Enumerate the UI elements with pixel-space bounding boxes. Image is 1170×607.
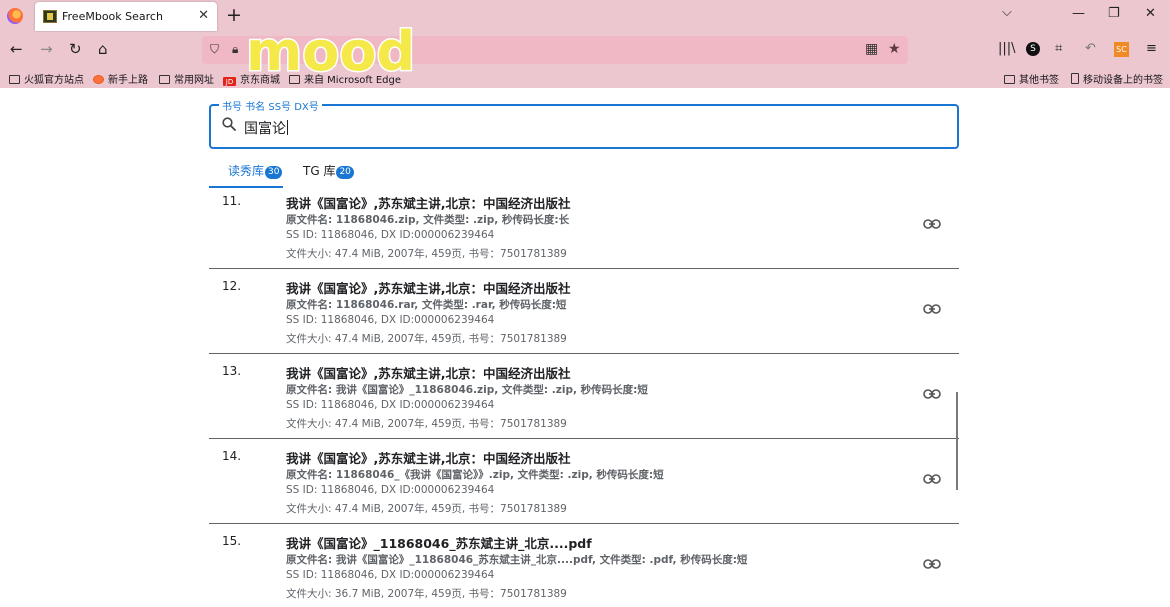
browser-tab[interactable]: FreeMbook Search ✕ xyxy=(35,2,217,31)
menu-icon[interactable]: ≡ xyxy=(1146,41,1157,56)
mood-sticker-text: mood xyxy=(246,20,415,82)
result-ids: SS ID: 11868046, DX ID:000006239464 xyxy=(286,399,495,411)
minimize-icon[interactable]: — xyxy=(1072,6,1085,21)
result-ids: SS ID: 11868046, DX ID:000006239464 xyxy=(286,314,495,326)
result-meta: 文件大小: 47.4 MiB, 2007年, 459页, 书号：75017813… xyxy=(286,418,567,430)
list-item[interactable]: 14. 我讲《国富论》,苏东斌主讲,北京：中国经济出版社 原文件名: 11868… xyxy=(209,439,959,524)
scrollbar-thumb[interactable] xyxy=(956,392,958,490)
folder-icon xyxy=(159,75,170,84)
folder-icon xyxy=(9,75,20,84)
firefox-icon xyxy=(93,75,104,84)
result-meta: 文件大小: 36.7 MiB, 2007年, 459页, 书号：75017813… xyxy=(286,588,567,600)
reload-icon[interactable]: ↻ xyxy=(69,40,82,58)
link-icon[interactable] xyxy=(923,473,941,485)
link-icon[interactable] xyxy=(923,388,941,400)
result-original-name: 原文件名: 11868046_《我讲《国富论》》.zip, 文件类型: .zip… xyxy=(286,469,664,481)
link-icon[interactable] xyxy=(923,218,941,230)
result-original-name: 原文件名: 我讲《国富论》_11868046.zip, 文件类型: .zip, … xyxy=(286,384,648,396)
result-number: 12. xyxy=(222,279,242,293)
home-icon[interactable]: ⌂ xyxy=(98,40,108,58)
list-item[interactable]: 15. 我讲《国富论》_11868046_苏东斌主讲_北京....pdf 原文件… xyxy=(209,524,959,607)
bookmark-firefox-site[interactable]: 火狐官方站点 xyxy=(9,71,84,86)
search-label: 书号 书名 SS号 DX号 xyxy=(219,98,322,113)
bookmark-common-sites[interactable]: 常用网址 xyxy=(159,71,214,86)
result-meta: 文件大小: 47.4 MiB, 2007年, 459页, 书号：75017813… xyxy=(286,333,567,345)
result-number: 11. xyxy=(222,194,242,208)
result-original-name: 原文件名: 11868046.rar, 文件类型: .rar, 秒传码长度:短 xyxy=(286,299,567,311)
result-ids: SS ID: 11868046, DX ID:000006239464 xyxy=(286,569,495,581)
result-title: 我讲《国富论》,苏东斌主讲,北京：中国经济出版社 xyxy=(286,281,571,296)
close-window-icon[interactable]: ✕ xyxy=(1145,6,1156,21)
text-caret xyxy=(287,120,288,135)
link-icon[interactable] xyxy=(923,303,941,315)
list-item[interactable]: 13. 我讲《国富论》,苏东斌主讲,北京：中国经济出版社 原文件名: 我讲《国富… xyxy=(209,354,959,439)
crop-icon[interactable]: ⌗ xyxy=(1055,41,1062,56)
folder-icon xyxy=(1004,75,1015,84)
count-badge: 20 xyxy=(336,166,354,179)
back-icon[interactable]: ← xyxy=(10,40,23,58)
bookmark-star-icon[interactable]: ★ xyxy=(888,41,901,57)
result-meta: 文件大小: 47.4 MiB, 2007年, 459页, 书号：75017813… xyxy=(286,248,567,260)
search-input[interactable]: 国富论 xyxy=(244,118,288,138)
shield-icon[interactable]: ⛉ xyxy=(210,42,219,57)
jd-icon: JD xyxy=(223,77,236,86)
tab-tg[interactable]: TG 库 20 xyxy=(303,162,354,179)
result-ids: SS ID: 11868046, DX ID:000006239464 xyxy=(286,229,495,241)
tab-list-chevron-icon[interactable]: ⌵ xyxy=(1002,5,1012,20)
tab-title: FreeMbook Search xyxy=(62,10,163,23)
tab-favicon-icon xyxy=(43,10,57,23)
result-original-name: 原文件名: 11868046.zip, 文件类型: .zip, 秒传码长度:长 xyxy=(286,214,570,226)
tab-bar: FreeMbook Search ✕ + ⌵ — ❐ ✕ xyxy=(0,0,1170,32)
result-original-name: 原文件名: 我讲《国富论》_11868046_苏东斌主讲_北京....pdf, … xyxy=(286,554,748,566)
tab-duxiu[interactable]: 读秀库 30 xyxy=(228,162,283,179)
bookmark-getting-started[interactable]: 新手上路 xyxy=(93,71,148,86)
qr-code-icon[interactable]: ▦ xyxy=(865,41,878,57)
extension-sc-icon[interactable]: SC xyxy=(1114,42,1129,57)
result-title: 我讲《国富论》_11868046_苏东斌主讲_北京....pdf xyxy=(286,536,592,551)
bookmark-mobile[interactable]: 移动设备上的书签 xyxy=(1071,71,1163,86)
forward-icon[interactable]: → xyxy=(40,40,53,58)
library-icon[interactable]: |||\ xyxy=(998,41,1016,56)
result-number: 14. xyxy=(222,449,242,463)
result-title: 我讲《国富论》,苏东斌主讲,北京：中国经济出版社 xyxy=(286,196,571,211)
result-ids: SS ID: 11868046, DX ID:000006239464 xyxy=(286,484,495,496)
lock-icon[interactable]: 🔒︎ xyxy=(232,42,238,57)
result-title: 我讲《国富论》,苏东斌主讲,北京：中国经济出版社 xyxy=(286,366,571,381)
count-badge: 30 xyxy=(265,166,283,179)
result-number: 13. xyxy=(222,364,242,378)
bookmarks-bar: 火狐官方站点 新手上路 常用网址 JD 京东商城 来自 Microsoft Edg… xyxy=(0,68,1170,88)
search-icon xyxy=(222,117,236,131)
list-item[interactable]: 12. 我讲《国富论》,苏东斌主讲,北京：中国经济出版社 原文件名: 11868… xyxy=(209,269,959,354)
search-field[interactable]: 书号 书名 SS号 DX号 国富论 xyxy=(209,98,959,149)
extension-s-icon[interactable]: S xyxy=(1026,42,1040,56)
mood-sticker: mood xyxy=(245,20,417,82)
new-tab-icon[interactable]: + xyxy=(226,4,242,26)
restore-icon[interactable]: ❐ xyxy=(1108,6,1120,21)
result-meta: 文件大小: 47.4 MiB, 2007年, 459页, 书号：75017813… xyxy=(286,503,567,515)
link-icon[interactable] xyxy=(923,558,941,570)
bookmark-other[interactable]: 其他书签 xyxy=(1004,71,1059,86)
result-title: 我讲《国富论》,苏东斌主讲,北京：中国经济出版社 xyxy=(286,451,571,466)
firefox-menu-icon[interactable] xyxy=(7,8,23,24)
list-item[interactable]: 11. 我讲《国富论》,苏东斌主讲,北京：中国经济出版社 原文件名: 11868… xyxy=(209,184,959,269)
close-tab-icon[interactable]: ✕ xyxy=(198,8,209,23)
phone-icon xyxy=(1071,73,1079,84)
result-number: 15. xyxy=(222,534,242,548)
nav-bar: ← → ↻ ⌂ ⛉ 🔒︎ ▦ ★ |||\ S ⌗ ↶ SC ≡ xyxy=(0,32,1170,68)
undo-icon[interactable]: ↶ xyxy=(1085,41,1096,56)
